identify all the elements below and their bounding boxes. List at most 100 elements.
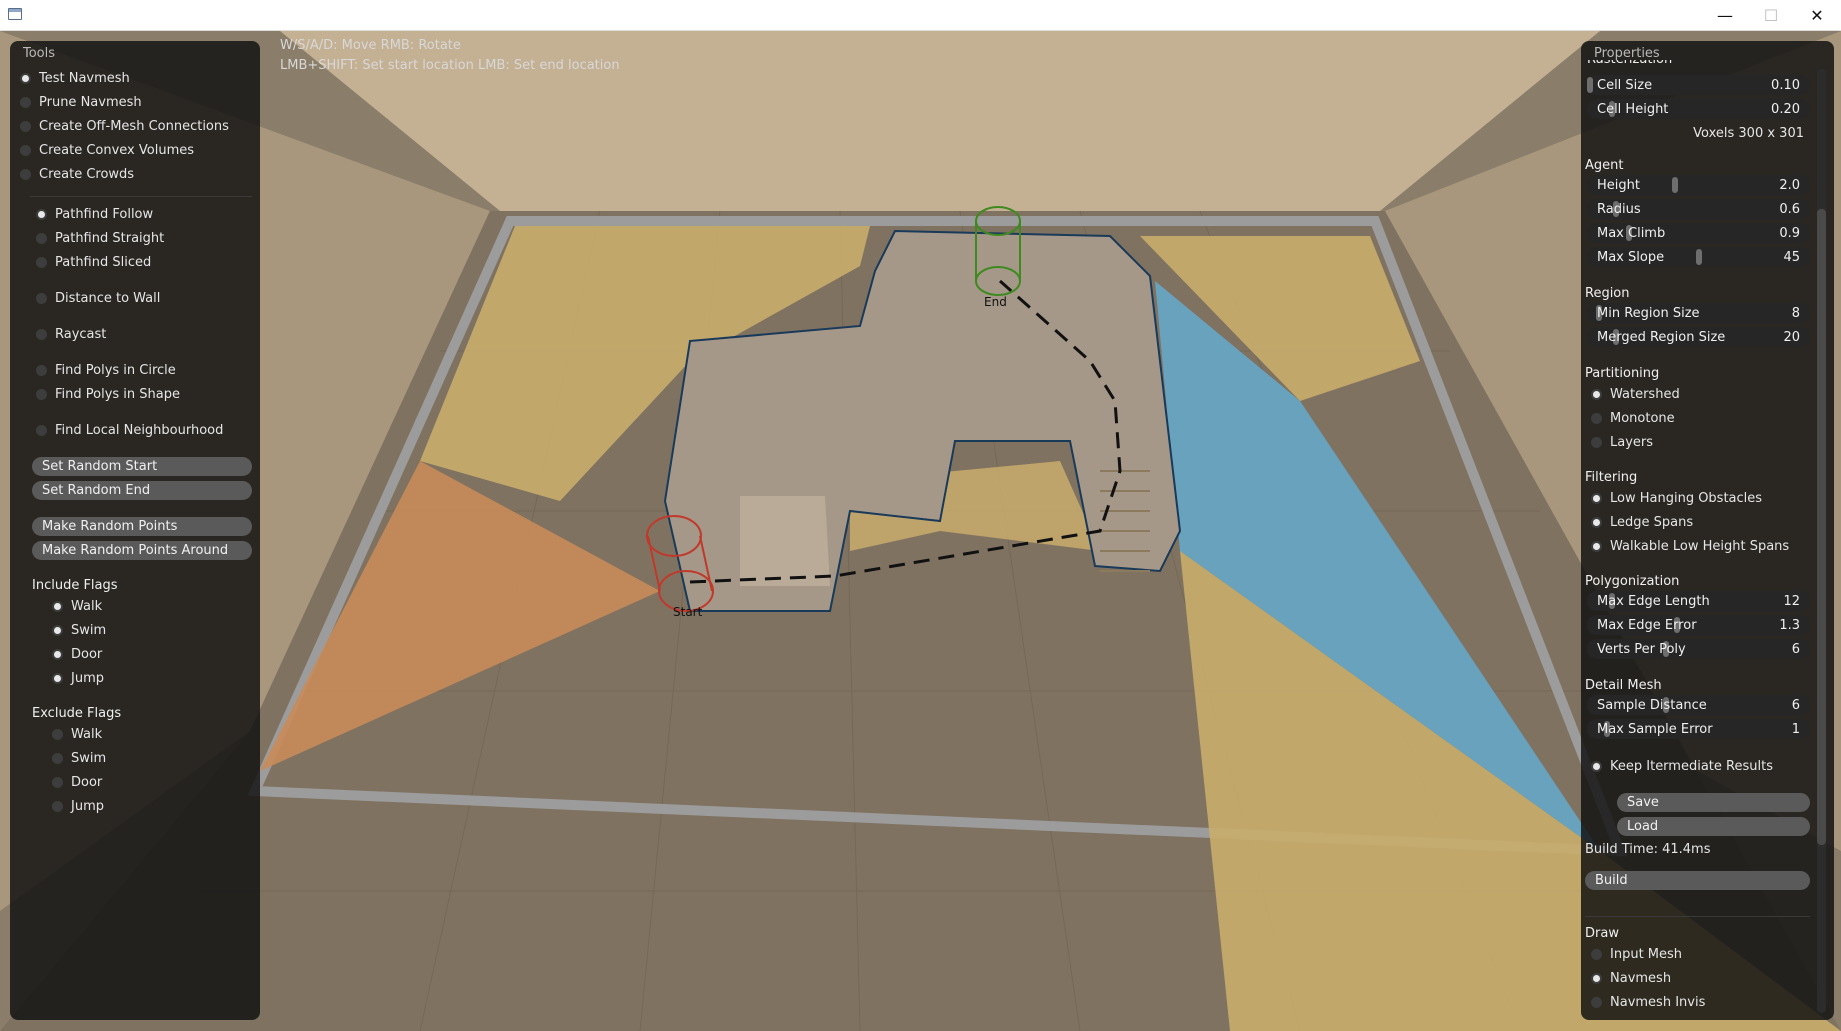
filter-low-hanging[interactable]: Low Hanging Obstacles [1591, 488, 1762, 508]
set-random-end-button[interactable]: Set Random End [32, 481, 252, 500]
voxels-info: Voxels 300 x 301 [1693, 126, 1804, 141]
exclude-swim[interactable]: Swim [52, 748, 106, 768]
include-jump[interactable]: Jump [52, 668, 104, 688]
minimize-button[interactable]: — [1702, 0, 1748, 30]
separator [1585, 916, 1810, 917]
exclude-walk[interactable]: Walk [52, 724, 102, 744]
close-button[interactable]: ✕ [1794, 0, 1840, 30]
agent-max-slope-slider[interactable]: Max Slope 45 [1587, 247, 1810, 267]
radio-icon [20, 120, 31, 132]
obstacle-block [740, 496, 830, 586]
build-button[interactable]: Build [1585, 871, 1810, 890]
load-button[interactable]: Load [1617, 817, 1810, 836]
checkbox-icon [52, 672, 63, 684]
build-time: Build Time: 41.4ms [1585, 842, 1711, 857]
radio-icon [1591, 972, 1602, 984]
agent-max-climb-slider[interactable]: Max Climb 0.9 [1587, 223, 1810, 243]
mode-create-offmesh[interactable]: Create Off-Mesh Connections [20, 116, 229, 136]
query-find-polys-circle[interactable]: Find Polys in Circle [36, 360, 176, 380]
max-edge-length-slider[interactable]: Max Edge Length 12 [1587, 591, 1810, 611]
partition-watershed[interactable]: Watershed [1591, 384, 1680, 404]
radio-icon [36, 364, 47, 376]
draw-navmesh[interactable]: Navmesh [1591, 968, 1671, 988]
verts-per-poly-slider[interactable]: Verts Per Poly 6 [1587, 639, 1810, 659]
agent-radius-slider[interactable]: Radius 0.6 [1587, 199, 1810, 219]
query-raycast[interactable]: Raycast [36, 324, 106, 344]
sample-distance-slider[interactable]: Sample Distance 6 [1587, 695, 1810, 715]
query-pathfind-sliced[interactable]: Pathfind Sliced [36, 252, 151, 272]
end-label: End [984, 295, 1007, 309]
radio-icon [1591, 388, 1602, 400]
checkbox-icon [52, 600, 63, 612]
make-random-points-around-button[interactable]: Make Random Points Around [32, 541, 252, 560]
save-button[interactable]: Save [1617, 793, 1810, 812]
slider-knob[interactable] [1672, 177, 1678, 193]
checkbox-icon [52, 752, 63, 764]
radio-icon [36, 292, 47, 304]
mode-create-crowds[interactable]: Create Crowds [20, 164, 134, 184]
partition-monotone[interactable]: Monotone [1591, 408, 1675, 428]
partitioning-title: Partitioning [1585, 366, 1660, 381]
slider-knob[interactable] [1696, 249, 1702, 265]
draw-navmesh-invis[interactable]: Navmesh Invis [1591, 992, 1705, 1012]
mode-test-navmesh[interactable]: Test Navmesh [20, 68, 130, 88]
location-hint: LMB+SHIFT: Set start location LMB: Set e… [280, 58, 620, 73]
detail-mesh-title: Detail Mesh [1585, 678, 1662, 693]
slider-knob[interactable] [1587, 77, 1593, 93]
exclude-jump[interactable]: Jump [52, 796, 104, 816]
include-swim[interactable]: Swim [52, 620, 106, 640]
keep-intermediate-checkbox[interactable]: Keep Itermediate Results [1591, 756, 1773, 776]
min-region-size-slider[interactable]: Min Region Size 8 [1587, 303, 1810, 323]
radio-icon [1591, 436, 1602, 448]
maximize-button[interactable]: ☐ [1748, 0, 1794, 30]
radio-icon [36, 232, 47, 244]
exclude-flags-title: Exclude Flags [32, 706, 122, 721]
checkbox-icon [52, 648, 63, 660]
draw-input-mesh[interactable]: Input Mesh [1591, 944, 1682, 964]
start-label: Start [673, 605, 703, 619]
tools-panel: Tools Test Navmesh Prune Navmesh Create … [10, 41, 260, 1020]
region-title: Region [1585, 286, 1630, 301]
properties-panel: Properties Rasterization Cell Size0.10 C… [1581, 41, 1834, 1020]
include-door[interactable]: Door [52, 644, 102, 664]
agent-title: Agent [1585, 158, 1624, 173]
rasterization-heading-clipped: Rasterization [1587, 60, 1672, 68]
query-pathfind-follow[interactable]: Pathfind Follow [36, 204, 153, 224]
partition-layers[interactable]: Layers [1591, 432, 1653, 452]
mode-create-convex[interactable]: Create Convex Volumes [20, 140, 194, 160]
query-find-polys-shape[interactable]: Find Polys in Shape [36, 384, 180, 404]
cell-size-slider[interactable]: Cell Size 0.10 [1587, 75, 1810, 95]
radio-icon [20, 168, 31, 180]
mode-prune-navmesh[interactable]: Prune Navmesh [20, 92, 142, 112]
max-sample-error-slider[interactable]: Max Sample Error 1 [1587, 719, 1810, 739]
polygonization-title: Polygonization [1585, 574, 1680, 589]
filter-walkable-low-height[interactable]: Walkable Low Height Spans [1591, 536, 1789, 556]
query-find-local-neighbourhood[interactable]: Find Local Neighbourhood [36, 420, 223, 440]
checkbox-icon [1591, 492, 1602, 504]
radio-icon [36, 328, 47, 340]
make-random-points-button[interactable]: Make Random Points [32, 517, 252, 536]
set-random-start-button[interactable]: Set Random Start [32, 457, 252, 476]
radio-icon [36, 208, 47, 220]
merged-region-size-slider[interactable]: Merged Region Size 20 [1587, 327, 1810, 347]
tools-title: Tools [23, 46, 56, 61]
radio-icon [36, 424, 47, 436]
scene-viewport[interactable]: Start End [0, 31, 1841, 1031]
cell-height-slider[interactable]: Cell Height 0.20 [1587, 99, 1810, 119]
filtering-title: Filtering [1585, 470, 1638, 485]
max-edge-error-slider[interactable]: Max Edge Error 1.3 [1587, 615, 1810, 635]
agent-height-slider[interactable]: Height 2.0 [1587, 175, 1810, 195]
radio-icon [20, 144, 31, 156]
checkbox-icon [1591, 516, 1602, 528]
filter-ledge-spans[interactable]: Ledge Spans [1591, 512, 1693, 532]
query-distance-to-wall[interactable]: Distance to Wall [36, 288, 160, 308]
exclude-door[interactable]: Door [52, 772, 102, 792]
properties-scrollbar-thumb[interactable] [1817, 209, 1826, 845]
checkbox-icon [1591, 760, 1602, 772]
window-titlebar: — ☐ ✕ [0, 0, 1841, 31]
radio-icon [1591, 412, 1602, 424]
navmesh-scene [0, 31, 1841, 1031]
query-pathfind-straight[interactable]: Pathfind Straight [36, 228, 164, 248]
include-walk[interactable]: Walk [52, 596, 102, 616]
separator [30, 196, 252, 197]
